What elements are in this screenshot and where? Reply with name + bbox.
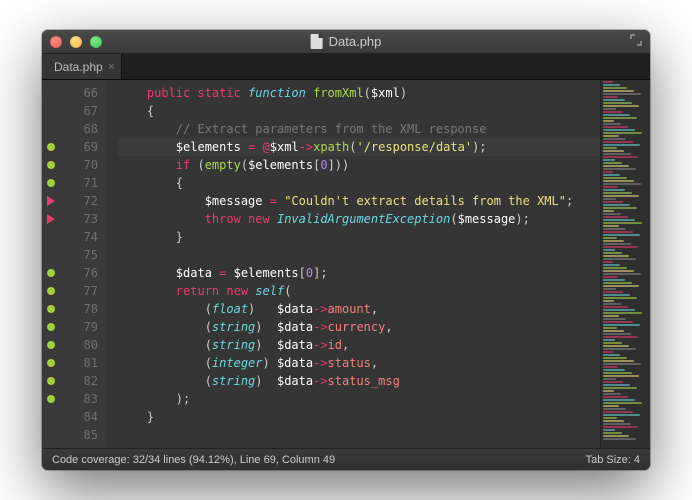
code-line[interactable]: (integer) $data->status, [118, 354, 600, 372]
close-tab-icon[interactable]: × [108, 61, 114, 73]
code-line[interactable]: { [118, 102, 600, 120]
line-number: 81 [60, 354, 98, 372]
titlebar[interactable]: Data.php [42, 30, 650, 54]
status-bar: Code coverage: 32/34 lines (94.12%), Lin… [42, 448, 650, 470]
line-number: 69 [60, 138, 98, 156]
code-line[interactable]: throw new InvalidArgumentException($mess… [118, 210, 600, 228]
coverage-none [42, 84, 60, 102]
coverage-none [42, 102, 60, 120]
window-controls [50, 36, 102, 48]
coverage-covered-icon [42, 390, 60, 408]
line-number: 72 [60, 192, 98, 210]
line-number: 82 [60, 372, 98, 390]
line-number: 75 [60, 246, 98, 264]
coverage-none [42, 246, 60, 264]
tab-label: Data.php [54, 60, 103, 74]
editor-window: Data.php Data.php × 66676869707172737475… [42, 30, 650, 470]
coverage-covered-icon [42, 300, 60, 318]
status-left: Code coverage: 32/34 lines (94.12%), Lin… [52, 454, 335, 466]
coverage-none [42, 426, 60, 444]
code-line[interactable]: ); [118, 390, 600, 408]
code-line[interactable]: $data = $elements[0]; [118, 264, 600, 282]
window-title-text: Data.php [329, 34, 382, 49]
coverage-uncovered-icon [42, 210, 60, 228]
code-line[interactable]: (string) $data->currency, [118, 318, 600, 336]
coverage-covered-icon [42, 372, 60, 390]
line-number: 68 [60, 120, 98, 138]
file-icon [311, 34, 323, 49]
line-number: 71 [60, 174, 98, 192]
code-line[interactable]: return new self( [118, 282, 600, 300]
coverage-covered-icon [42, 156, 60, 174]
line-number: 78 [60, 300, 98, 318]
tab-bar: Data.php × [42, 54, 650, 80]
code-line[interactable] [118, 246, 600, 264]
line-number: 85 [60, 426, 98, 444]
line-number: 70 [60, 156, 98, 174]
minimize-window-icon[interactable] [70, 36, 82, 48]
code-line[interactable]: (string) $data->status_msg [118, 372, 600, 390]
coverage-covered-icon [42, 336, 60, 354]
line-number: 80 [60, 336, 98, 354]
line-number: 77 [60, 282, 98, 300]
line-number: 79 [60, 318, 98, 336]
code-line[interactable]: (string) $data->id, [118, 336, 600, 354]
code-line[interactable]: if (empty($elements[0])) [118, 156, 600, 174]
code-line[interactable]: public static function fromXml($xml) [118, 84, 600, 102]
code-line[interactable]: } [118, 228, 600, 246]
zoom-window-icon[interactable] [90, 36, 102, 48]
line-number-gutter: 6667686970717273747576777879808182838485 [60, 80, 106, 448]
line-number: 83 [60, 390, 98, 408]
status-right[interactable]: Tab Size: 4 [586, 454, 640, 466]
coverage-covered-icon [42, 174, 60, 192]
fullscreen-icon[interactable] [630, 34, 642, 49]
coverage-covered-icon [42, 264, 60, 282]
coverage-covered-icon [42, 138, 60, 156]
coverage-none [42, 228, 60, 246]
minimap[interactable] [600, 80, 650, 448]
coverage-uncovered-icon [42, 192, 60, 210]
code-line[interactable]: // Extract parameters from the XML respo… [118, 120, 600, 138]
coverage-covered-icon [42, 318, 60, 336]
coverage-gutter [42, 80, 60, 448]
code-area[interactable]: public static function fromXml($xml) { /… [106, 80, 600, 448]
tab-data-php[interactable]: Data.php × [42, 54, 122, 79]
coverage-none [42, 408, 60, 426]
line-number: 84 [60, 408, 98, 426]
line-number: 67 [60, 102, 98, 120]
code-line[interactable]: { [118, 174, 600, 192]
window-title: Data.php [311, 34, 382, 49]
line-number: 66 [60, 84, 98, 102]
coverage-covered-icon [42, 282, 60, 300]
editor: 6667686970717273747576777879808182838485… [42, 80, 650, 448]
coverage-covered-icon [42, 354, 60, 372]
close-window-icon[interactable] [50, 36, 62, 48]
coverage-none [42, 120, 60, 138]
code-line[interactable] [118, 426, 600, 444]
code-line[interactable]: $elements = @$xml->xpath('/response/data… [118, 138, 600, 156]
code-line[interactable]: } [118, 408, 600, 426]
line-number: 73 [60, 210, 98, 228]
code-line[interactable]: (float) $data->amount, [118, 300, 600, 318]
code-line[interactable]: $message = "Couldn't extract details fro… [118, 192, 600, 210]
line-number: 76 [60, 264, 98, 282]
line-number: 74 [60, 228, 98, 246]
